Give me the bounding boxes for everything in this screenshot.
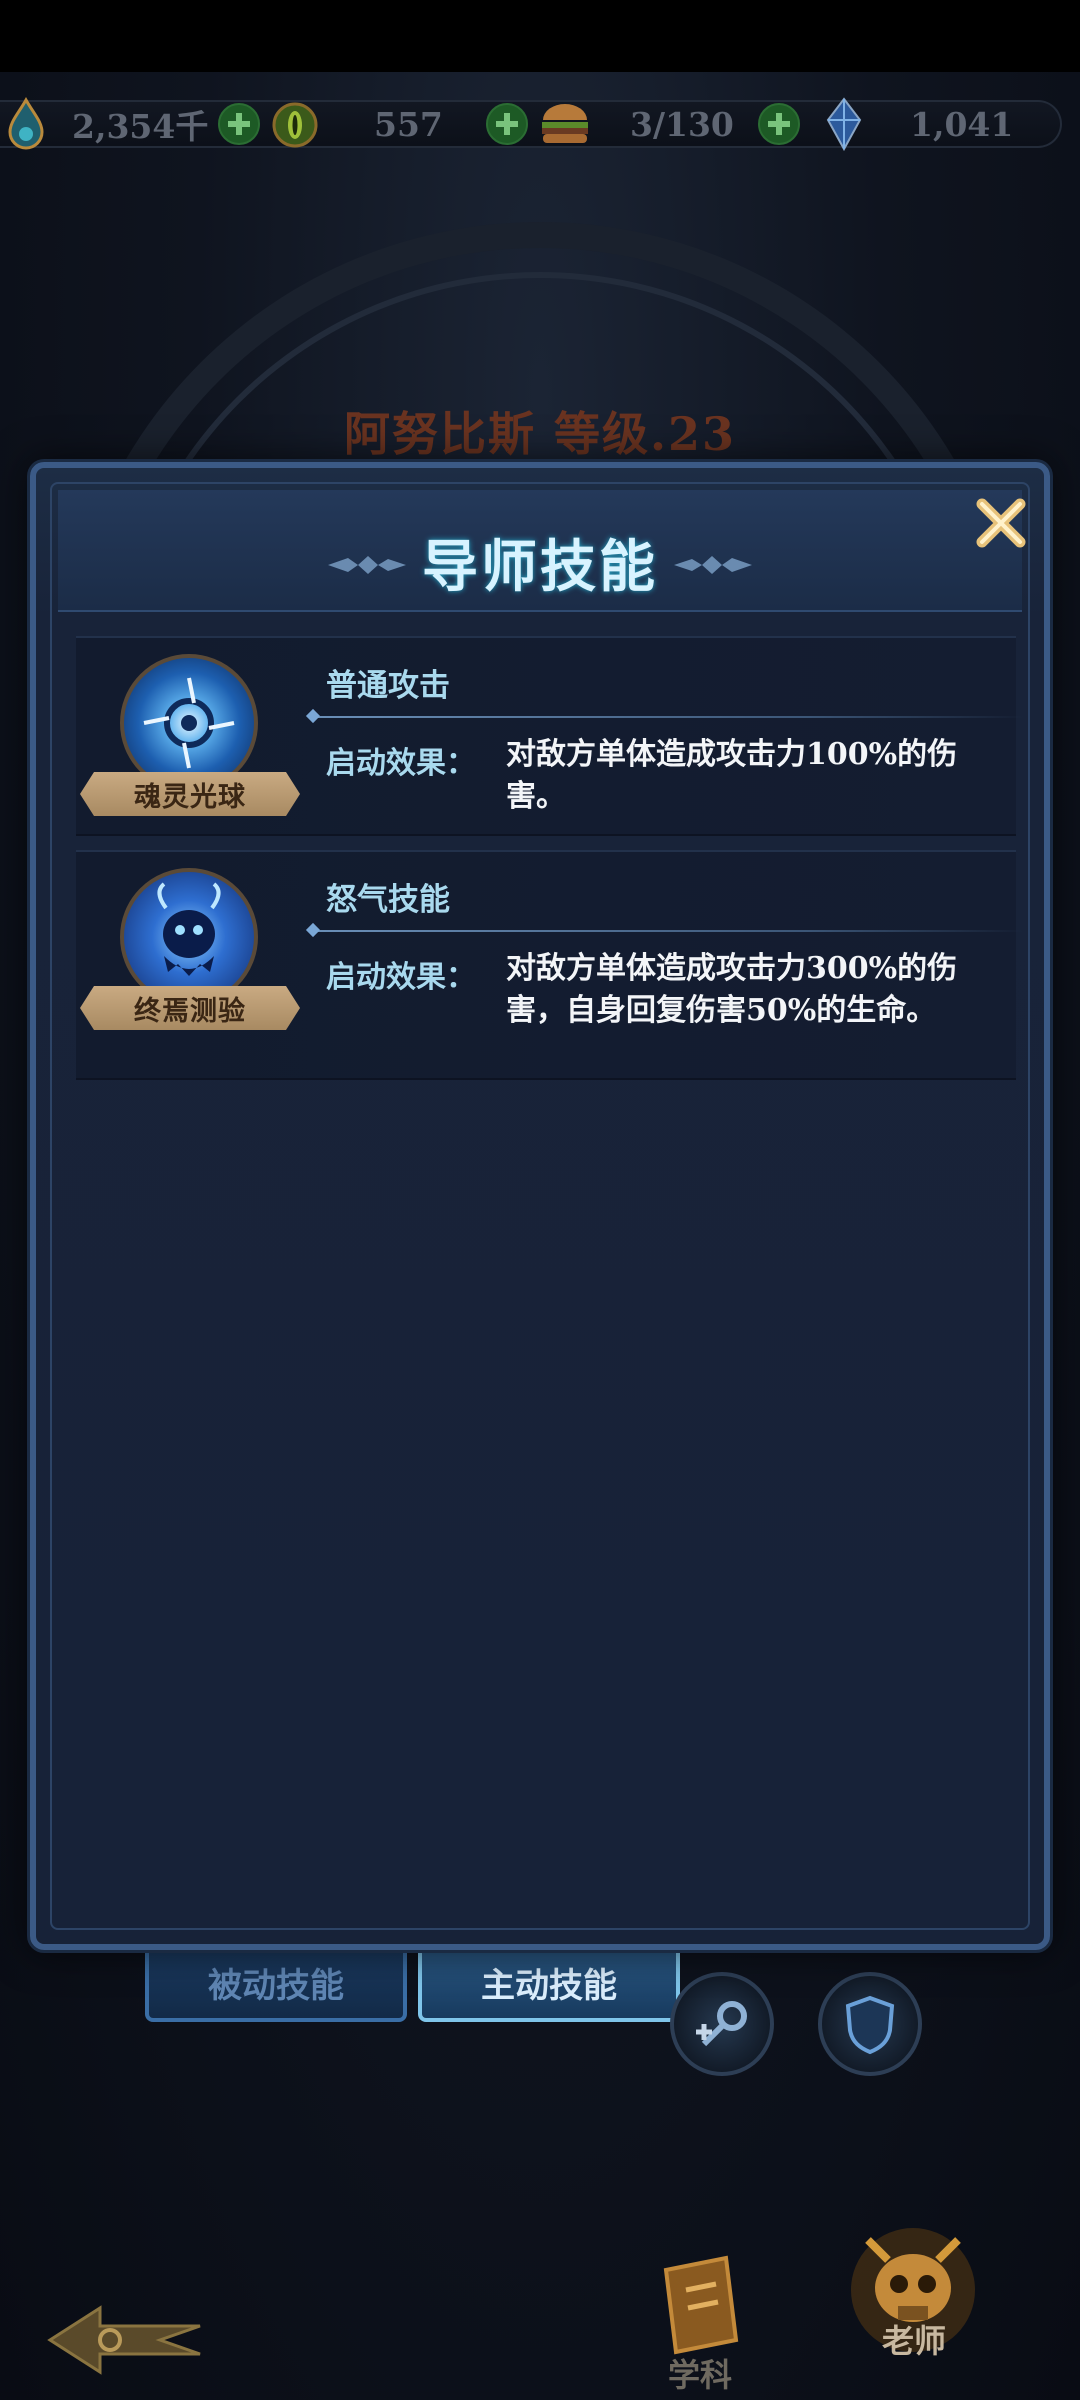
eye-gem-icon xyxy=(272,102,318,148)
modal-title: 导师技能 xyxy=(422,534,658,600)
nav-teacher-label[interactable]: 老师 xyxy=(882,2316,946,2362)
title-ornament-right-icon xyxy=(674,556,752,574)
key-plus-icon xyxy=(696,2001,747,2047)
effect-label: 启动效果： xyxy=(326,960,476,995)
effect-text: 对敌方单体造成攻击力300%的伤害，自身回复伤害50%的生命。 xyxy=(506,951,958,1028)
add-burger-button[interactable] xyxy=(758,103,800,145)
skill-card-rage-skill: 终焉测验 怒气技能 启动效果： 对敌方单体造成攻击力300%的伤害，自身回复伤害… xyxy=(76,850,1024,1080)
burger-icon xyxy=(542,104,588,143)
back-arrow-icon[interactable] xyxy=(40,2300,210,2380)
skill-name: 怒气技能 xyxy=(326,882,450,918)
mentor-skills-modal: 导师技能 魂灵光球 普通攻击 启动效果： 对敌方单体造成攻击力100%的伤害。 xyxy=(30,462,1050,1950)
ghost-spirit-icon xyxy=(120,868,258,1006)
shield-button[interactable] xyxy=(818,1972,922,2076)
soul-drop-icon xyxy=(8,96,44,150)
shield-icon xyxy=(845,1995,895,2055)
skill-divider xyxy=(312,716,1024,718)
eye-gem-value: 557 xyxy=(374,104,443,144)
status-strip xyxy=(0,0,1080,72)
skill-name: 普通攻击 xyxy=(326,668,450,704)
subject-book-icon[interactable] xyxy=(646,2250,756,2360)
blue-crystal-icon xyxy=(826,97,862,152)
skill-divider xyxy=(312,930,1024,932)
nav-subject-label[interactable]: 学科 xyxy=(668,2350,732,2396)
skill-tag: 魂灵光球 xyxy=(80,772,300,816)
upgrade-key-button[interactable] xyxy=(670,1972,774,2076)
soul-orb-icon xyxy=(120,654,258,792)
skill-tag: 终焉测验 xyxy=(80,986,300,1030)
hero-title: 阿努比斯 等级.23 xyxy=(343,407,737,461)
add-eye-gem-button[interactable] xyxy=(486,103,528,145)
effect-label: 启动效果： xyxy=(326,746,476,781)
burger-value: 3/130 xyxy=(630,104,734,144)
add-soul-button[interactable] xyxy=(218,103,260,145)
effect-text: 对敌方单体造成攻击力100%的伤害。 xyxy=(506,737,958,814)
tab-passive-skills[interactable]: 被动技能 xyxy=(145,1942,407,2022)
close-icon[interactable] xyxy=(970,492,1032,554)
soul-value: 2,354千 xyxy=(72,107,209,146)
skill-card-normal-attack: 魂灵光球 普通攻击 启动效果： 对敌方单体造成攻击力100%的伤害。 xyxy=(76,636,1024,836)
crystal-value: 1,041 xyxy=(910,104,1014,144)
tab-active-skills[interactable]: 主动技能 xyxy=(418,1942,680,2022)
